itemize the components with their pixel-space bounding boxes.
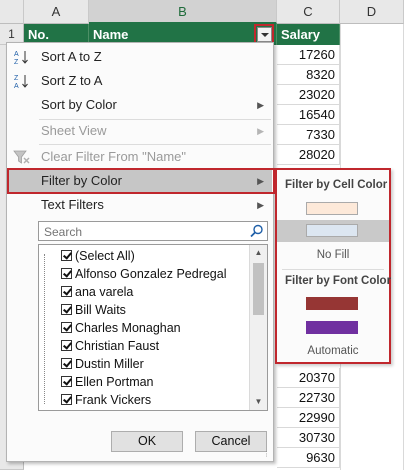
cell-color-option-selected[interactable]	[277, 220, 389, 242]
sort-z-to-a-label: Sort Z to A	[41, 73, 103, 88]
column-header-d[interactable]: D	[340, 0, 404, 24]
checklist-item-label: Dustin Miller	[75, 357, 144, 371]
checklist-item-label: Christian Faust	[75, 339, 160, 353]
ok-button[interactable]: OK	[111, 431, 183, 452]
svg-text:A: A	[14, 83, 19, 89]
clear-filter-icon	[13, 150, 30, 164]
checkbox[interactable]	[61, 394, 72, 405]
checklist-item-label: ana varela	[75, 285, 134, 299]
submenu-arrow-icon: ▶	[257, 100, 264, 110]
checkbox[interactable]	[61, 286, 72, 297]
checklist-item[interactable]: Alfonso Gonzalez Pedregal	[61, 265, 226, 283]
svg-text:Z: Z	[14, 75, 19, 82]
checkbox[interactable]	[61, 250, 72, 261]
checklist-item-label: Alfonso Gonzalez Pedregal	[75, 267, 227, 281]
filter-by-color-submenu: Filter by Cell Color No Fill Filter by F…	[275, 168, 391, 364]
checklist-item-label: Frank Vickers	[75, 393, 152, 407]
sort-z-to-a-item[interactable]: Z A Sort Z to A	[8, 69, 272, 93]
checklist-item[interactable]: ana varela	[61, 283, 133, 301]
sort-a-to-z-item[interactable]: A Z Sort A to Z	[8, 45, 272, 69]
submenu-arrow-icon: ▶	[257, 126, 264, 136]
salary-cell[interactable]: 17260	[277, 45, 340, 65]
font-color-swatch	[306, 321, 358, 334]
column-header-a[interactable]: A	[24, 0, 89, 24]
checkbox[interactable]	[61, 304, 72, 315]
search-input[interactable]	[42, 223, 246, 241]
salary-cell[interactable]: 22990	[277, 408, 340, 428]
sort-descending-icon: Z A	[14, 75, 28, 89]
automatic-option[interactable]: Automatic	[277, 345, 389, 357]
select-all-corner[interactable]	[0, 0, 24, 24]
text-filters-label: Text Filters	[41, 197, 104, 212]
checklist-item-label: Ellen Portman	[75, 375, 154, 389]
clear-filter-item: Clear Filter From "Name"	[8, 145, 272, 169]
sort-by-color-label: Sort by Color	[41, 97, 117, 112]
submenu-arrow-icon: ▶	[257, 200, 264, 210]
filter-by-color-highlight	[7, 168, 275, 194]
checklist-item[interactable]: Frank Vickers	[61, 391, 151, 409]
salary-cell[interactable]: 20370	[277, 368, 340, 388]
sort-by-color-item[interactable]: Sort by Color ▶	[8, 93, 272, 117]
sheet-view-item: Sheet View ▶	[8, 119, 272, 143]
salary-cell[interactable]: 30730	[277, 428, 340, 448]
checklist-item[interactable]: Bill Waits	[61, 301, 126, 319]
font-color-option[interactable]	[277, 317, 389, 339]
search-icon	[250, 224, 263, 238]
sort-ascending-icon: A Z	[14, 51, 28, 65]
checkbox[interactable]	[61, 322, 72, 333]
search-box[interactable]	[38, 221, 268, 241]
cell-color-swatch	[306, 224, 358, 237]
salary-cell[interactable]: 8320	[277, 65, 340, 85]
font-color-swatch	[306, 297, 358, 310]
checklist-item[interactable]: Dustin Miller	[61, 355, 144, 373]
font-color-header: Filter by Font Color	[285, 275, 392, 287]
checklist-item-label: Charles Monaghan	[75, 321, 181, 335]
filter-button-highlight	[254, 24, 274, 44]
salary-cell[interactable]: 28020	[277, 145, 340, 165]
scroll-thumb[interactable]	[253, 263, 264, 315]
text-filters-item[interactable]: Text Filters ▶	[8, 193, 272, 217]
checkbox[interactable]	[61, 376, 72, 387]
column-header-c[interactable]: C	[277, 0, 340, 24]
checkbox[interactable]	[61, 268, 72, 279]
checklist-item[interactable]: Charles Monaghan	[61, 319, 181, 337]
submenu-separator	[282, 269, 384, 270]
value-checklist[interactable]: (Select All) Alfonso Gonzalez Pedregal a…	[38, 244, 268, 411]
tree-guide-line	[44, 254, 46, 404]
clear-filter-label: Clear Filter From "Name"	[41, 149, 187, 164]
cell-color-swatch	[306, 202, 358, 215]
no-fill-option[interactable]: No Fill	[277, 249, 389, 261]
salary-cell[interactable]: 23020	[277, 85, 340, 105]
svg-text:A: A	[14, 51, 19, 58]
font-color-option[interactable]	[277, 293, 389, 315]
cancel-button[interactable]: Cancel	[195, 431, 267, 452]
checklist-item[interactable]: Ellen Portman	[61, 373, 154, 391]
scroll-down-icon[interactable]: ▼	[250, 394, 267, 410]
scroll-up-icon[interactable]: ▲	[250, 245, 267, 261]
column-header-b[interactable]: B	[89, 0, 277, 24]
cell-color-header: Filter by Cell Color	[285, 179, 388, 191]
salary-cell[interactable]: 16540	[277, 105, 340, 125]
header-cell-salary[interactable]: Salary	[277, 24, 340, 45]
autofilter-menu: A Z Sort A to Z Z A Sort Z to A Sort by …	[6, 42, 275, 462]
checkbox[interactable]	[61, 358, 72, 369]
checklist-item-label: Bill Waits	[75, 303, 126, 317]
svg-text:Z: Z	[14, 59, 19, 65]
checklist-item-select-all[interactable]: (Select All)	[61, 247, 135, 265]
checkbox[interactable]	[61, 340, 72, 351]
resize-grip-icon[interactable]: ⋮	[263, 451, 271, 459]
checklist-scrollbar[interactable]: ▲ ▼	[249, 245, 267, 410]
salary-cell[interactable]: 9630	[277, 448, 340, 468]
sheet-view-label: Sheet View	[41, 123, 107, 138]
salary-cell[interactable]: 22730	[277, 388, 340, 408]
checklist-item[interactable]: Christian Faust	[61, 337, 159, 355]
cell-color-option[interactable]	[277, 198, 389, 220]
salary-cell[interactable]: 7330	[277, 125, 340, 145]
checklist-item-label: (Select All)	[75, 249, 135, 263]
sort-a-to-z-label: Sort A to Z	[41, 49, 102, 64]
